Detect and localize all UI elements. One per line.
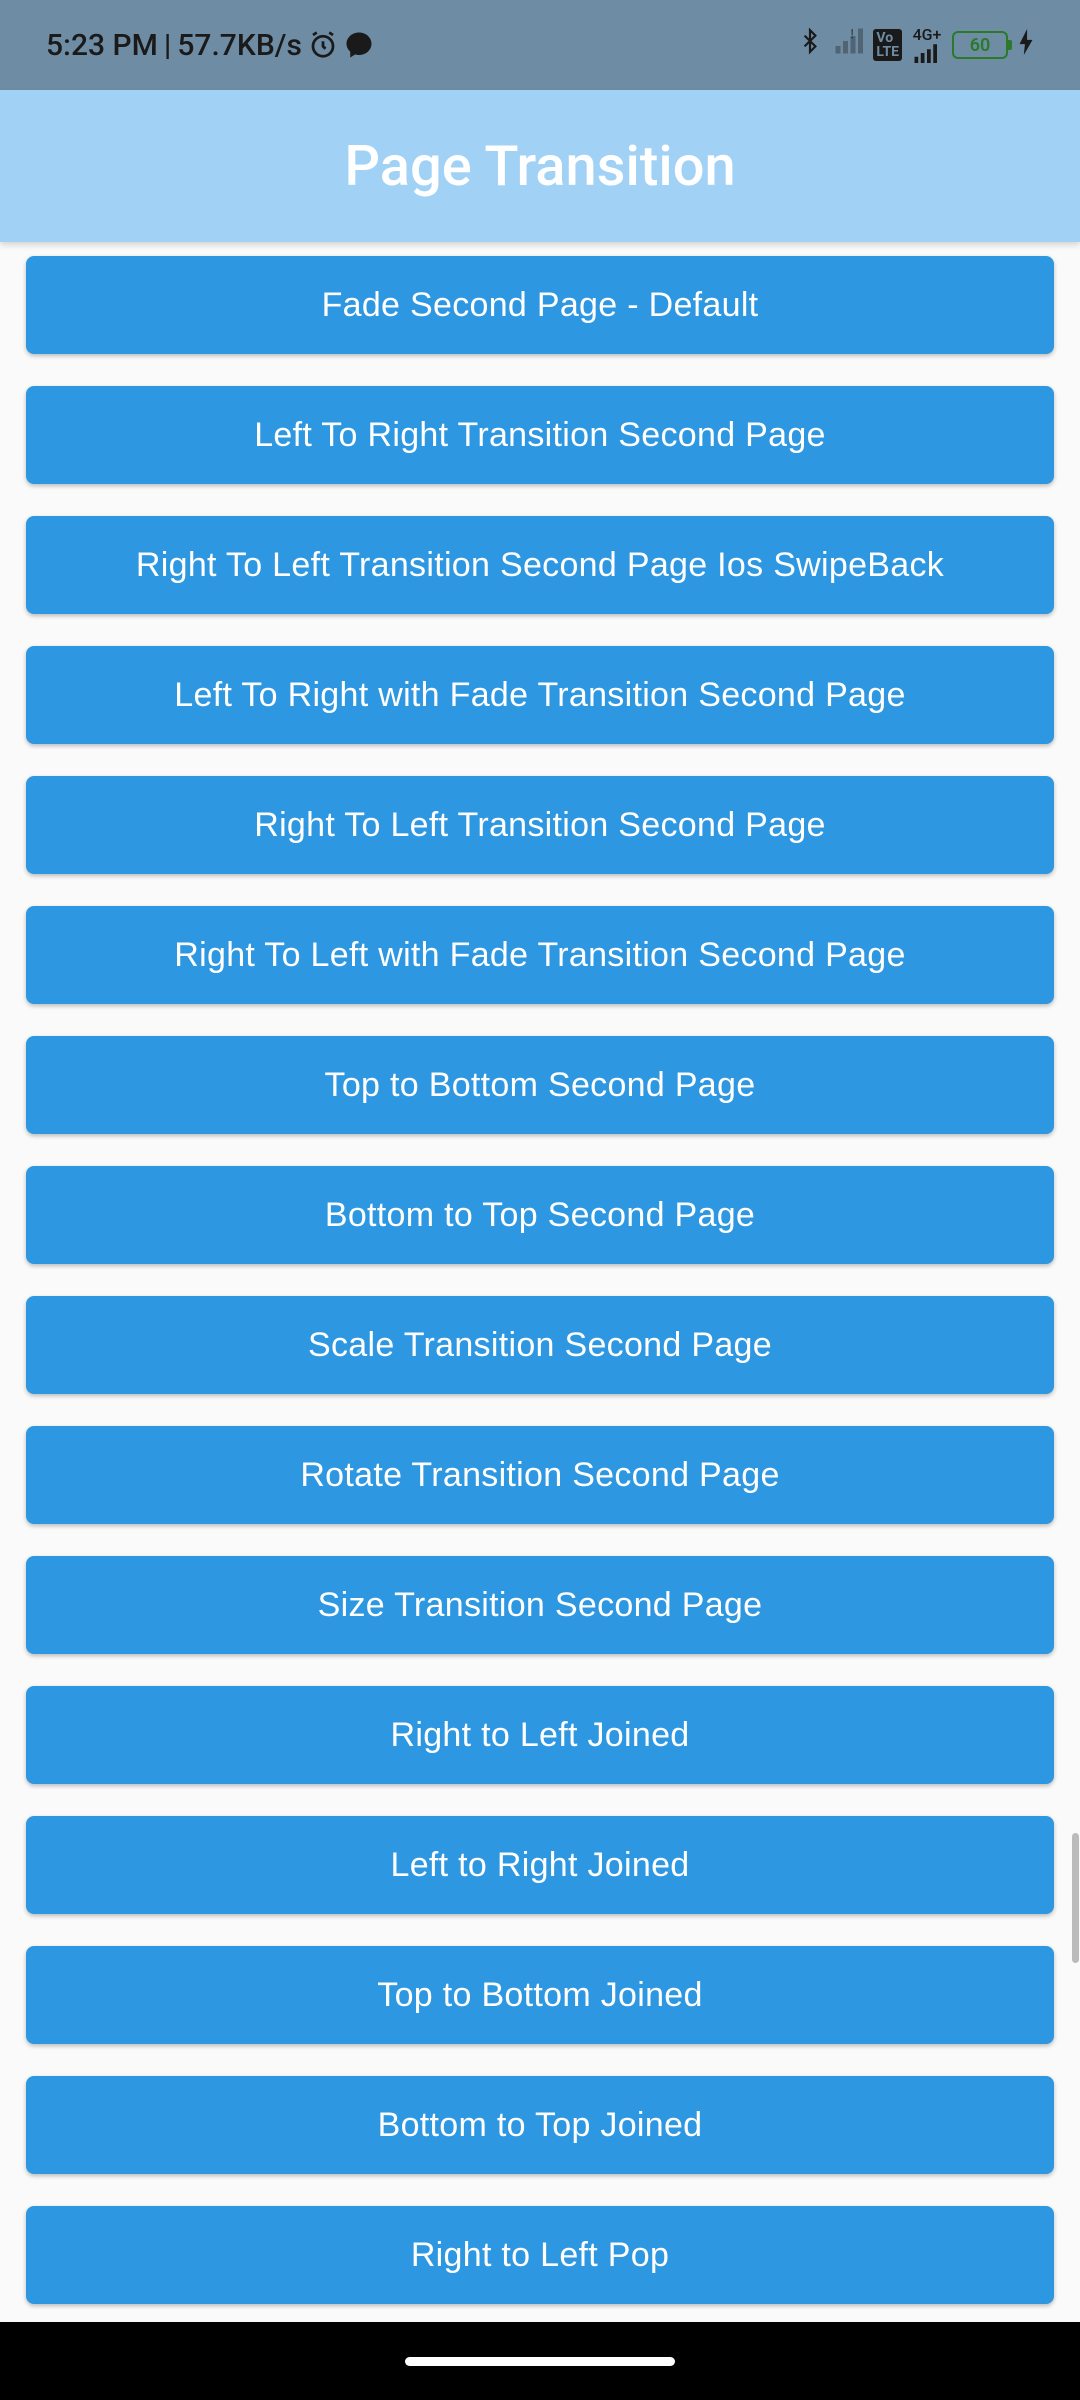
volte-icon: VoLTE bbox=[873, 29, 902, 61]
network-4g-icon: 4G+ bbox=[912, 27, 942, 63]
content-list: Fade Second Page - Default Left To Right… bbox=[0, 242, 1080, 2304]
transition-button-btt-joined[interactable]: Bottom to Top Joined bbox=[26, 2076, 1054, 2174]
transition-button-btt[interactable]: Bottom to Top Second Page bbox=[26, 1166, 1054, 1264]
transition-button-ltr-joined[interactable]: Left to Right Joined bbox=[26, 1816, 1054, 1914]
transition-button-rtl-fade[interactable]: Right To Left with Fade Transition Secon… bbox=[26, 906, 1054, 1004]
transition-button-rotate[interactable]: Rotate Transition Second Page bbox=[26, 1426, 1054, 1524]
bluetooth-icon bbox=[797, 26, 823, 64]
transition-button-rtl[interactable]: Right To Left Transition Second Page bbox=[26, 776, 1054, 874]
transition-button-scale[interactable]: Scale Transition Second Page bbox=[26, 1296, 1054, 1394]
status-right: ! VoLTE 4G+ 60 bbox=[797, 26, 1034, 64]
app-bar: Page Transition bbox=[0, 90, 1080, 242]
page-title: Page Transition bbox=[344, 133, 735, 199]
battery-icon: 60 bbox=[952, 31, 1008, 59]
transition-button-ltr[interactable]: Left To Right Transition Second Page bbox=[26, 386, 1054, 484]
transition-button-ltr-fade[interactable]: Left To Right with Fade Transition Secon… bbox=[26, 646, 1054, 744]
transition-button-fade-default[interactable]: Fade Second Page - Default bbox=[26, 256, 1054, 354]
status-time: 5:23 PM bbox=[46, 28, 158, 63]
transition-button-rtl-joined[interactable]: Right to Left Joined bbox=[26, 1686, 1054, 1784]
status-bar: 5:23 PM | 57.7KB/s ! V bbox=[0, 0, 1080, 90]
gesture-handle[interactable] bbox=[405, 2357, 675, 2366]
transition-button-ttb-joined[interactable]: Top to Bottom Joined bbox=[26, 1946, 1054, 2044]
chat-bubble-icon bbox=[344, 30, 374, 60]
alarm-icon bbox=[308, 30, 338, 60]
svg-text:!: ! bbox=[851, 28, 854, 43]
status-separator: | bbox=[164, 28, 171, 63]
status-network-speed: 57.7KB/s bbox=[177, 28, 302, 63]
transition-button-size[interactable]: Size Transition Second Page bbox=[26, 1556, 1054, 1654]
status-left: 5:23 PM | 57.7KB/s bbox=[46, 28, 374, 63]
scrollbar-thumb[interactable] bbox=[1072, 1833, 1079, 1963]
charging-icon bbox=[1018, 29, 1034, 61]
transition-button-ttb[interactable]: Top to Bottom Second Page bbox=[26, 1036, 1054, 1134]
signal-weak-icon: ! bbox=[833, 26, 863, 64]
navigation-bar bbox=[0, 2322, 1080, 2400]
transition-button-rtl-pop[interactable]: Right to Left Pop bbox=[26, 2206, 1054, 2304]
transition-button-rtl-ios-swipeback[interactable]: Right To Left Transition Second Page Ios… bbox=[26, 516, 1054, 614]
